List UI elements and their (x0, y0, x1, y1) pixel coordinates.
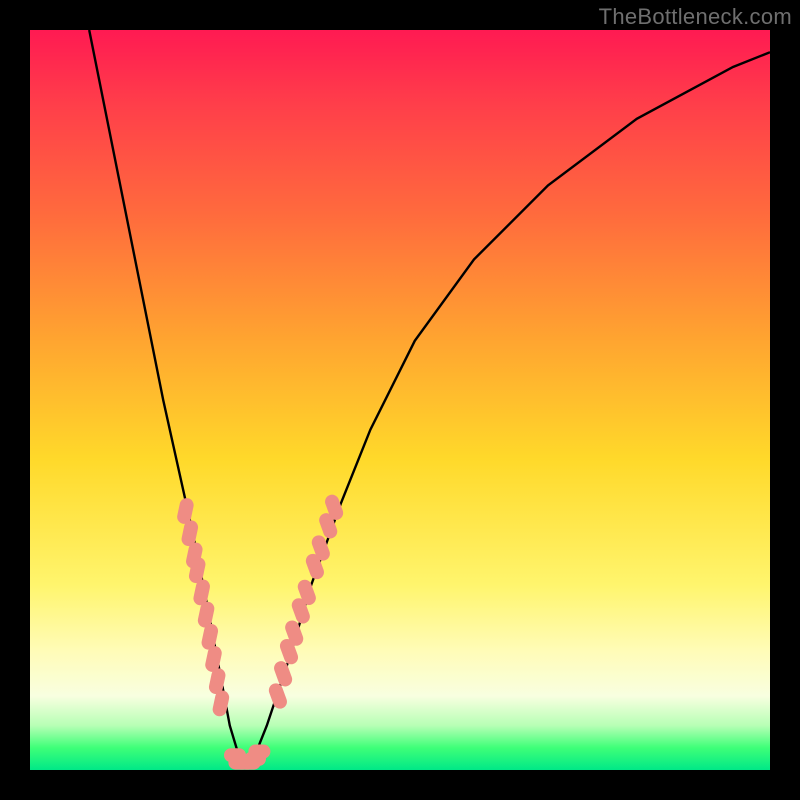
watermark-text: TheBottleneck.com (599, 4, 792, 30)
bottleneck-curve-svg (30, 30, 770, 770)
plot-area (30, 30, 770, 770)
bottleneck-curve (89, 30, 770, 763)
data-markers (176, 493, 345, 770)
chart-frame: TheBottleneck.com (0, 0, 800, 800)
